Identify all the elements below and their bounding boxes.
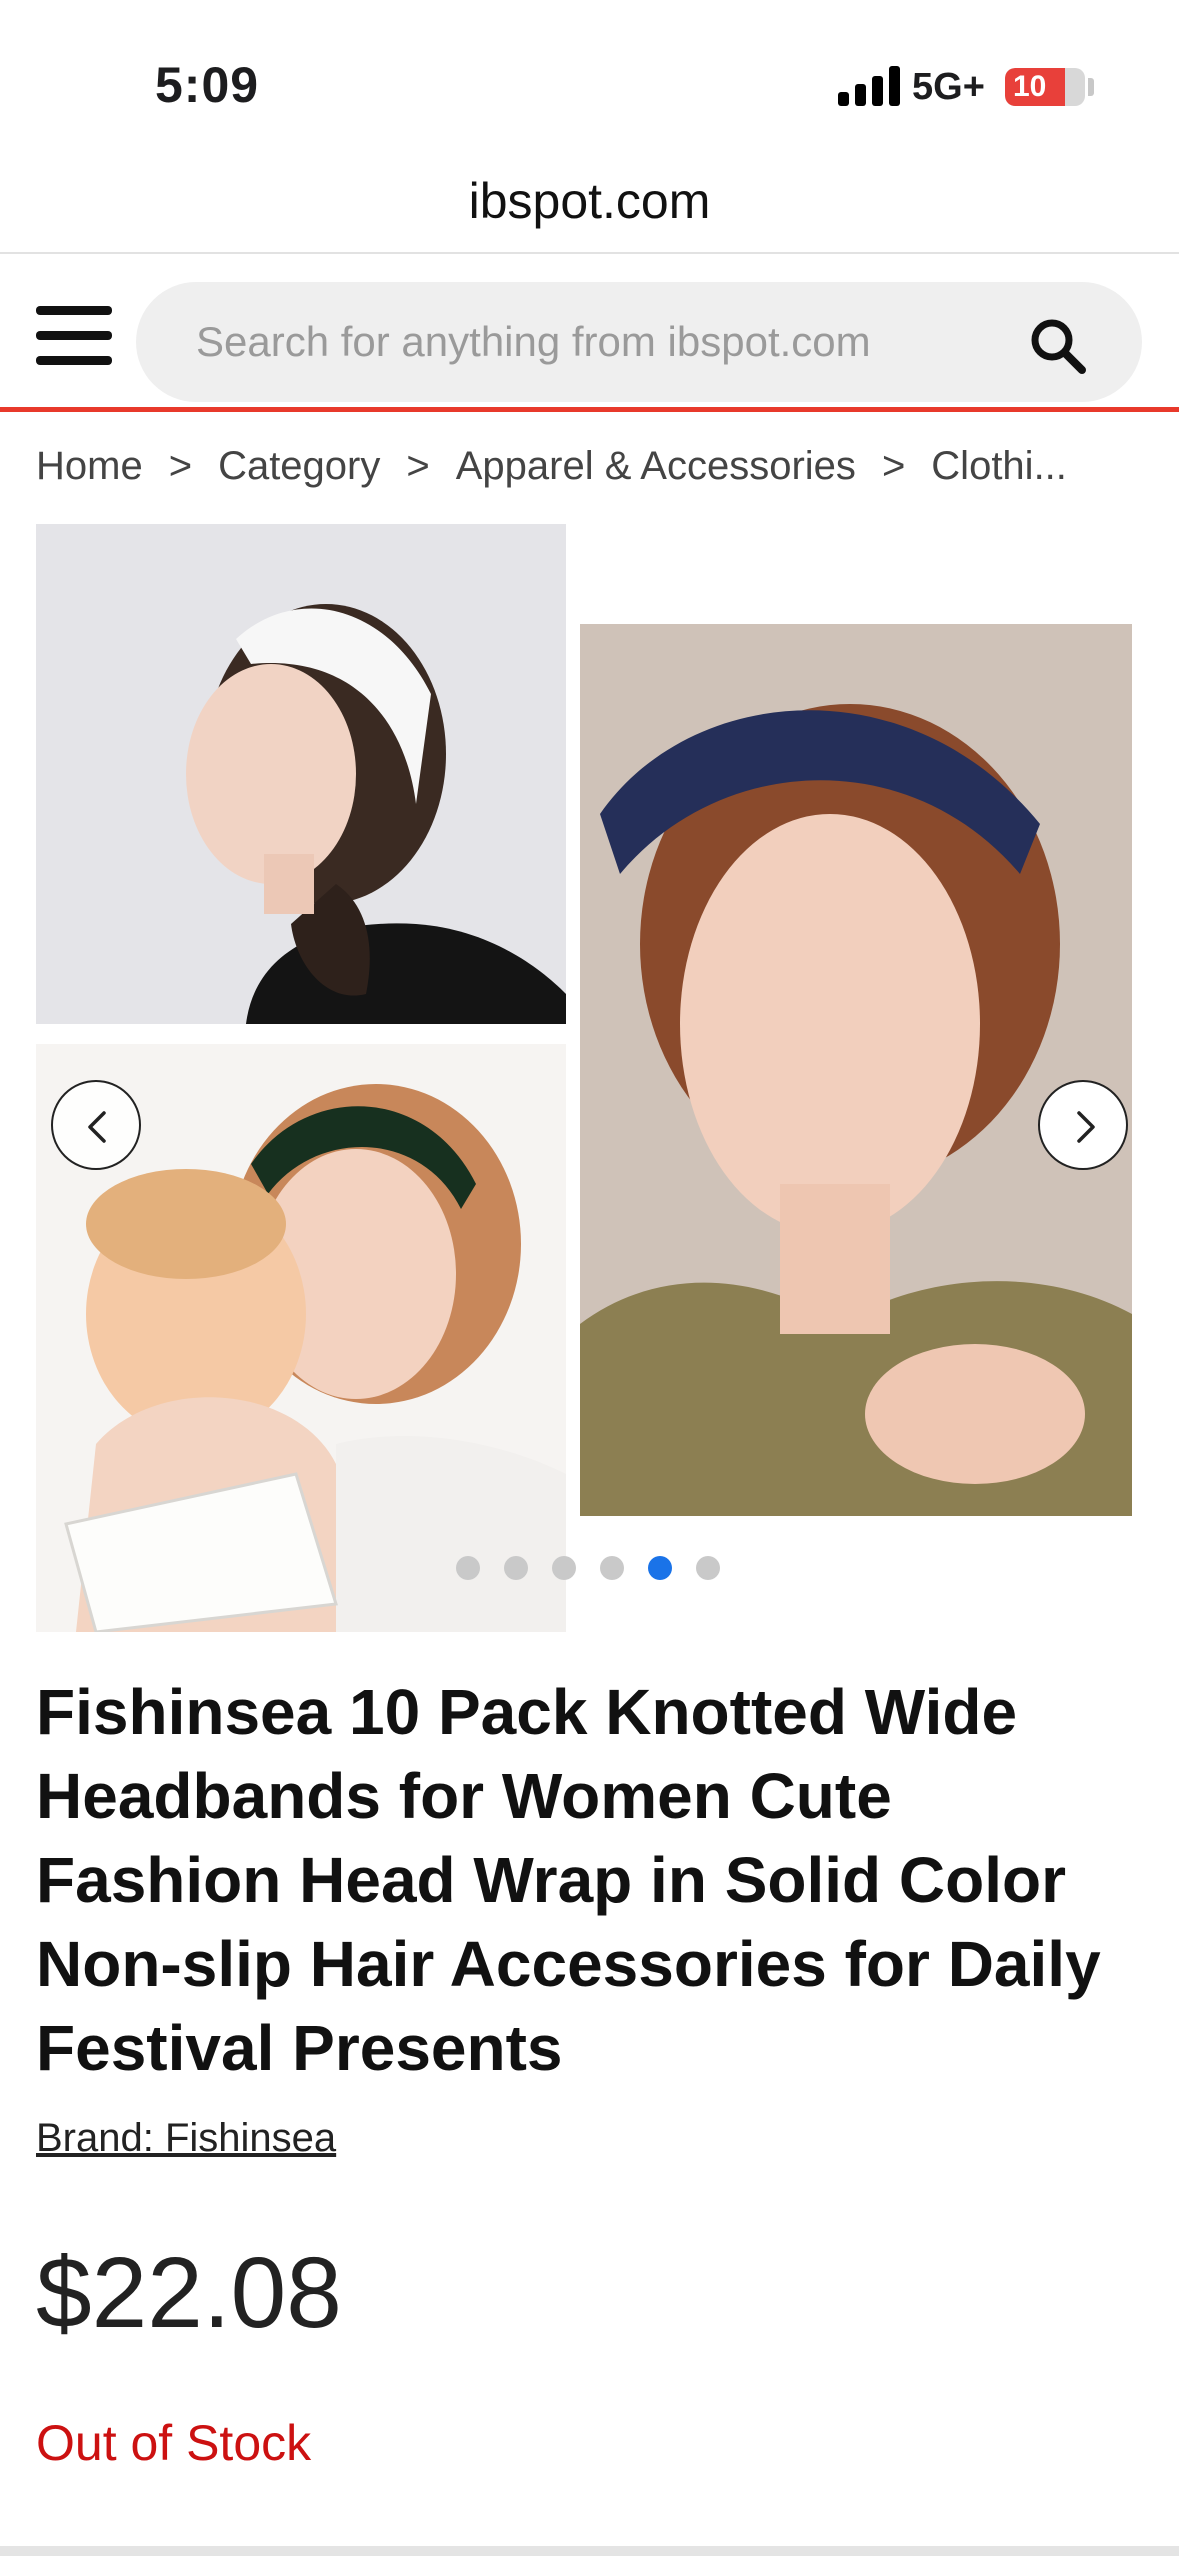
- battery-level: 10: [1013, 70, 1047, 103]
- status-time: 5:09: [155, 57, 260, 113]
- gallery-pagination: [456, 1556, 744, 1580]
- brand-link[interactable]: Brand: Fishinsea: [36, 2116, 336, 2161]
- gallery-dot[interactable]: [552, 1556, 576, 1580]
- gallery-dot[interactable]: [600, 1556, 624, 1580]
- breadcrumb-category[interactable]: Category: [218, 444, 380, 489]
- breadcrumb: Home > Category > Apparel & Accessories > Clot…: [36, 444, 1146, 500]
- product-price: $22.08: [36, 2237, 342, 2349]
- gallery-dot[interactable]: [456, 1556, 480, 1580]
- product-image-navy-headband[interactable]: [580, 624, 1132, 1516]
- gallery-dot[interactable]: [504, 1556, 528, 1580]
- product-image-white-headband[interactable]: [36, 524, 566, 1024]
- hamburger-menu-icon[interactable]: [36, 304, 112, 368]
- product-title: Fishinsea 10 Pack Knotted Wide Headbands…: [36, 1676, 1101, 2084]
- status-bar: 5:09 5G+ 10: [0, 0, 1179, 150]
- network-label: 5G+: [912, 66, 985, 108]
- breadcrumb-home[interactable]: Home: [36, 444, 143, 489]
- chevron-left-icon: [88, 1111, 106, 1143]
- battery-icon: 10: [1005, 68, 1085, 106]
- gallery-dot-active[interactable]: [648, 1556, 672, 1580]
- search-icon[interactable]: [1028, 316, 1088, 376]
- breadcrumb-separator: >: [168, 444, 193, 488]
- breadcrumb-separator: >: [881, 444, 906, 488]
- breadcrumb-clothing[interactable]: Clothi...: [931, 444, 1067, 489]
- search-input[interactable]: [196, 282, 1056, 402]
- breadcrumb-separator: >: [406, 444, 430, 488]
- browser-url-bar[interactable]: ibspot.com: [0, 150, 1179, 254]
- gallery-dot[interactable]: [696, 1556, 720, 1580]
- product-image-gallery[interactable]: [36, 524, 1132, 1632]
- site-header: [0, 256, 1179, 412]
- gallery-next-button[interactable]: [1038, 1080, 1128, 1170]
- battery-tip: [1088, 78, 1094, 96]
- gallery-prev-button[interactable]: [51, 1080, 141, 1170]
- signal-icon: [838, 66, 902, 106]
- url-text[interactable]: ibspot.com: [0, 172, 1179, 230]
- stock-status: Out of Stock: [36, 2415, 312, 2471]
- breadcrumb-apparel-accessories[interactable]: Apparel & Accessories: [456, 444, 856, 489]
- search-bar: [136, 282, 1142, 402]
- chevron-right-icon: [1077, 1111, 1095, 1143]
- section-divider: [0, 2546, 1179, 2556]
